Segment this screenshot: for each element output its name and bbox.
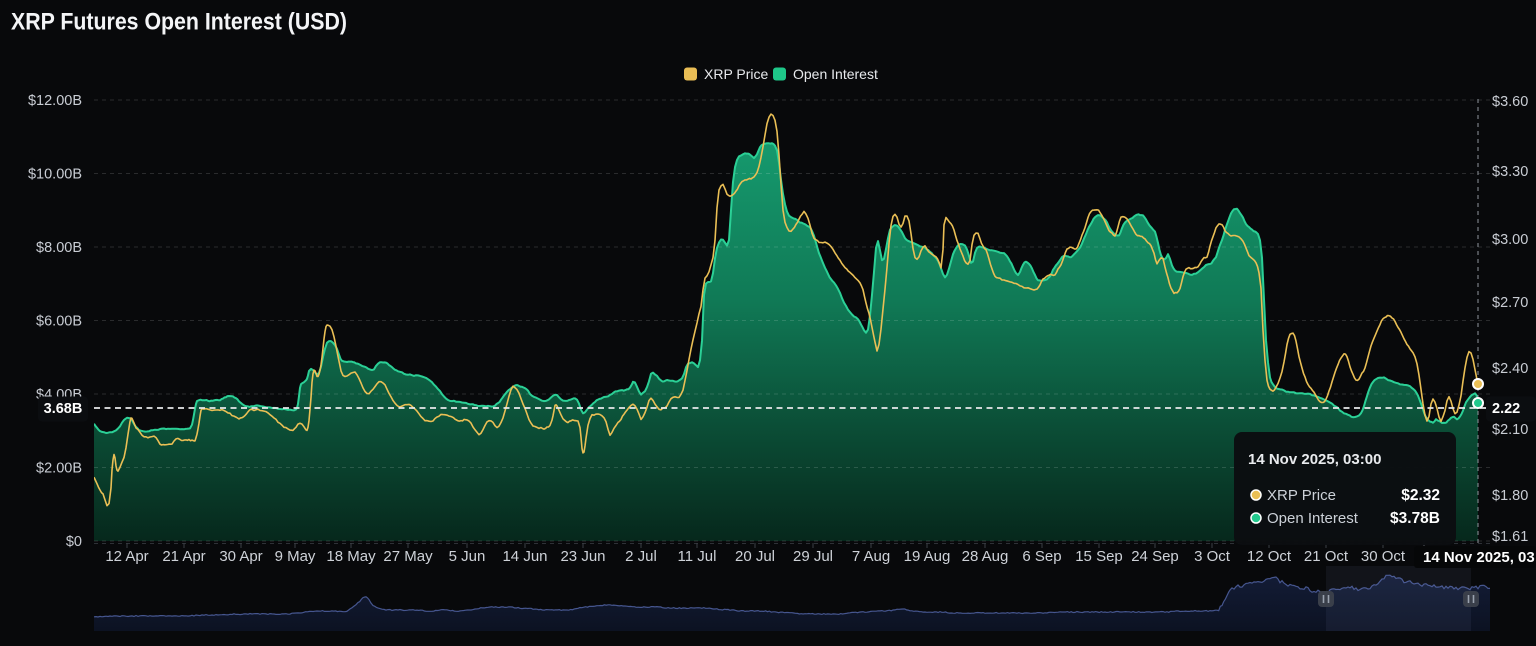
svg-text:14 Jun: 14 Jun (502, 548, 547, 565)
svg-text:6 Sep: 6 Sep (1022, 548, 1061, 565)
svg-text:11 Jul: 11 Jul (678, 548, 717, 565)
svg-text:2.22: 2.22 (1492, 401, 1520, 417)
svg-text:$3.00: $3.00 (1492, 232, 1528, 248)
svg-text:$10.00B: $10.00B (28, 167, 82, 183)
svg-text:9 May: 9 May (275, 548, 316, 565)
svg-text:$1.80: $1.80 (1492, 488, 1528, 504)
svg-text:7 Aug: 7 Aug (852, 548, 890, 565)
svg-text:$3.30: $3.30 (1492, 164, 1528, 180)
svg-text:$8.00B: $8.00B (36, 240, 82, 256)
svg-text:$2.40: $2.40 (1492, 361, 1528, 377)
svg-text:20 Jul: 20 Jul (735, 548, 775, 565)
svg-text:XRP Price: XRP Price (1267, 487, 1336, 504)
svg-text:3.68B: 3.68B (44, 401, 83, 417)
svg-text:28 Aug: 28 Aug (962, 548, 1009, 565)
svg-text:XRP Futures Open Interest (USD: XRP Futures Open Interest (USD) (11, 9, 347, 36)
svg-text:$1.61: $1.61 (1492, 529, 1528, 545)
svg-text:18 May: 18 May (326, 548, 376, 565)
svg-text:15 Sep: 15 Sep (1075, 548, 1123, 565)
svg-text:21 Apr: 21 Apr (162, 548, 205, 565)
svg-text:19 Aug: 19 Aug (904, 548, 951, 565)
svg-text:12 Oct: 12 Oct (1247, 548, 1292, 565)
svg-text:30 Apr: 30 Apr (219, 548, 262, 565)
svg-text:$2.10: $2.10 (1492, 422, 1528, 438)
svg-text:Open Interest: Open Interest (793, 66, 878, 82)
svg-text:$3.78B: $3.78B (1390, 510, 1440, 527)
svg-text:$2.32: $2.32 (1401, 487, 1440, 504)
svg-text:$3.60: $3.60 (1492, 94, 1528, 110)
svg-text:2 Jul: 2 Jul (625, 548, 657, 565)
svg-text:14 Nov 2025, 03:00: 14 Nov 2025, 03:00 (1248, 451, 1381, 468)
svg-text:$2.70: $2.70 (1492, 295, 1528, 311)
svg-text:27 May: 27 May (383, 548, 433, 565)
svg-text:Open Interest: Open Interest (1267, 510, 1359, 527)
svg-text:$2.00B: $2.00B (36, 461, 82, 477)
svg-text:3 Oct: 3 Oct (1194, 548, 1231, 565)
svg-text:5 Jun: 5 Jun (449, 548, 486, 565)
svg-text:24 Sep: 24 Sep (1131, 548, 1179, 565)
svg-text:29 Jul: 29 Jul (793, 548, 833, 565)
svg-text:$12.00B: $12.00B (28, 93, 82, 109)
svg-text:XRP Price: XRP Price (704, 66, 769, 82)
svg-text:23 Jun: 23 Jun (560, 548, 605, 565)
svg-text:$6.00B: $6.00B (36, 314, 82, 330)
svg-text:12 Apr: 12 Apr (105, 548, 148, 565)
svg-text:$0: $0 (66, 534, 82, 550)
svg-text:21 Oct: 21 Oct (1304, 548, 1349, 565)
svg-text:14 Nov 2025, 03:00: 14 Nov 2025, 03:00 (1423, 549, 1536, 566)
svg-text:30 Oct: 30 Oct (1361, 548, 1406, 565)
